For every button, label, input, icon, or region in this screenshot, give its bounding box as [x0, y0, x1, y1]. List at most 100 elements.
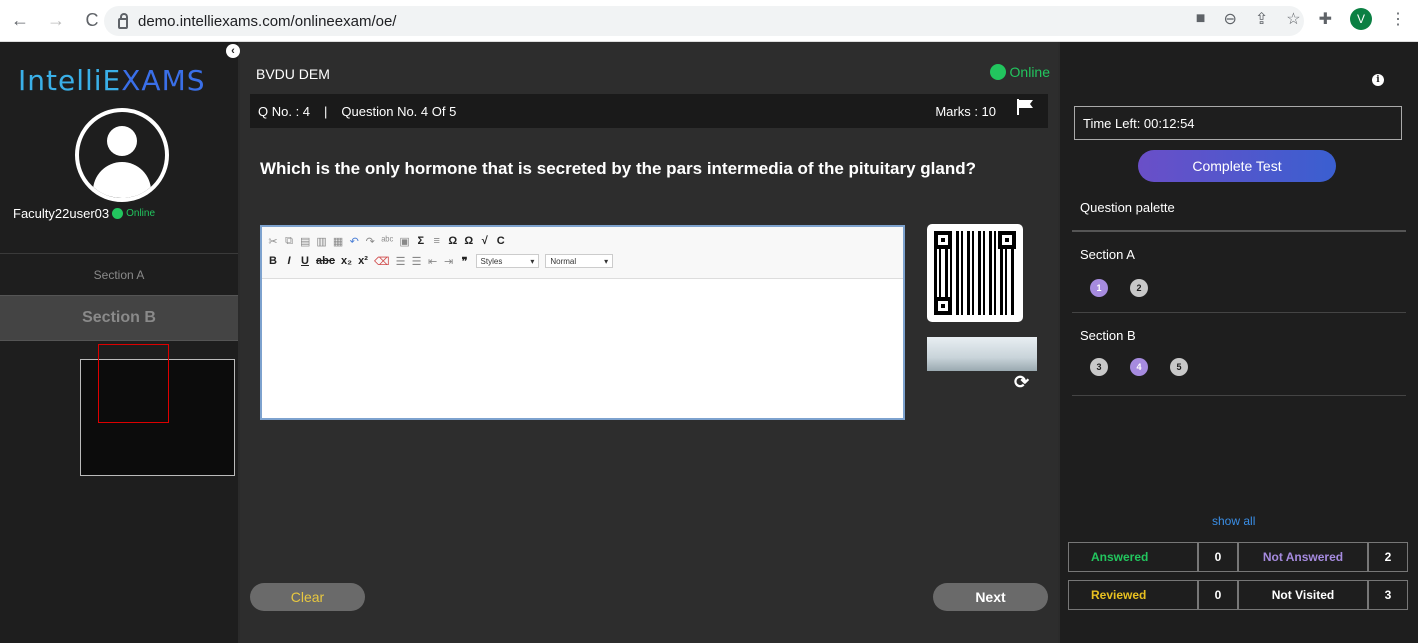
redo-icon[interactable]: ↷: [365, 235, 375, 248]
remove-format-icon[interactable]: ⌫: [374, 255, 390, 268]
question-header-bar: Q No. : 4 | Question No. 4 Of 5 Marks : …: [250, 94, 1048, 128]
subscript-icon[interactable]: x₂: [341, 255, 352, 267]
browser-chrome: ← → C demo.intelliexams.com/onlineexam/o…: [0, 0, 1418, 42]
star-icon[interactable]: ☆: [1286, 9, 1300, 29]
divider: [1072, 230, 1406, 232]
underline-icon[interactable]: U: [300, 255, 310, 267]
palette-question-1[interactable]: 1: [1090, 279, 1108, 297]
palette-section-b: Section B: [1080, 328, 1136, 343]
reviewed-count: 0: [1198, 580, 1238, 610]
chem-icon[interactable]: C: [496, 235, 506, 247]
qr-code: [927, 224, 1023, 322]
camera-icon[interactable]: ■: [1196, 10, 1206, 28]
separator: |: [324, 103, 328, 119]
lock-icon: [118, 12, 128, 29]
paste-text-icon[interactable]: ▥: [316, 235, 326, 248]
blockquote-icon[interactable]: ❞: [460, 255, 470, 268]
sqrt-icon[interactable]: √: [480, 235, 490, 247]
exam-title: BVDU DEM: [256, 66, 330, 82]
outdent-icon[interactable]: ⇤: [428, 255, 438, 268]
sigma-icon[interactable]: Σ: [416, 235, 426, 247]
status-label: Online: [1009, 64, 1050, 80]
divider: [1072, 395, 1406, 396]
question-number: Q No. : 4: [258, 103, 311, 119]
next-button[interactable]: Next: [933, 583, 1048, 611]
answer-editor[interactable]: ✂ ⧉ ▤ ▥ ▦ ↶ ↷ ᵃᵇᶜ ▣ Σ ≡ Ω Ω √ C B I U ab…: [260, 225, 905, 420]
indent-icon[interactable]: ⇥: [444, 255, 454, 268]
styles-select[interactable]: Styles ▾: [475, 254, 540, 268]
clear-button[interactable]: Clear: [250, 583, 365, 611]
palette-section-b-buttons: 3 4 5: [1090, 358, 1188, 376]
copy-icon[interactable]: ⧉: [284, 235, 294, 248]
address-bar[interactable]: demo.intelliexams.com/onlineexam/oe/: [104, 6, 1304, 36]
not-visited-label: Not Visited: [1238, 580, 1368, 610]
user-info: Faculty22user03 Online: [13, 206, 155, 221]
palette-question-4[interactable]: 4: [1130, 358, 1148, 376]
strikethrough-icon[interactable]: abc: [316, 255, 335, 267]
not-visited-count: 3: [1368, 580, 1408, 610]
refresh-icon[interactable]: ⟳: [1014, 372, 1029, 393]
omega-icon[interactable]: Ω: [448, 235, 458, 247]
palette-question-5[interactable]: 5: [1170, 358, 1188, 376]
captured-image-thumbnail: [927, 337, 1037, 371]
paste-icon[interactable]: ▤: [300, 235, 310, 248]
sidebar-section-b[interactable]: Section B: [0, 295, 238, 341]
cut-icon[interactable]: ✂: [268, 235, 278, 248]
sidebar-section-a[interactable]: Section A: [0, 253, 238, 295]
forward-arrow-icon[interactable]: →: [46, 10, 66, 31]
webcam-preview: [80, 344, 235, 476]
divider: [1072, 312, 1406, 313]
undo-icon[interactable]: ↶: [349, 235, 359, 248]
zoom-icon[interactable]: ⊖: [1223, 9, 1236, 29]
share-icon[interactable]: ⇪: [1255, 9, 1268, 29]
reload-icon[interactable]: C: [82, 10, 102, 31]
profile-avatar[interactable]: V: [1350, 8, 1372, 30]
paste-word-icon[interactable]: ▦: [333, 235, 343, 248]
palette-question-3[interactable]: 3: [1090, 358, 1108, 376]
online-dot-icon: [112, 208, 124, 219]
legend-row-1: Answered 0 Not Answered 2: [1068, 542, 1408, 572]
right-panel: i Time Left: 00:12:54 Complete Test Ques…: [1060, 42, 1418, 643]
not-answered-label: Not Answered: [1238, 542, 1368, 572]
complete-test-button[interactable]: Complete Test: [1138, 150, 1336, 182]
username: Faculty22user03: [13, 206, 110, 221]
intelliexams-logo: IntelliEXAMS: [18, 64, 206, 97]
answered-count: 0: [1198, 542, 1238, 572]
not-answered-count: 2: [1368, 542, 1408, 572]
palette-question-2[interactable]: 2: [1130, 279, 1148, 297]
time-left: Time Left: 00:12:54: [1074, 106, 1402, 140]
answered-label: Answered: [1068, 542, 1198, 572]
flag-icon[interactable]: [1016, 99, 1034, 115]
omega-alt-icon[interactable]: Ω: [464, 235, 474, 247]
editor-content-area[interactable]: [262, 279, 903, 416]
italic-icon[interactable]: I: [284, 255, 294, 267]
user-avatar-icon: [75, 108, 169, 202]
palette-section-a: Section A: [1080, 247, 1135, 262]
info-icon[interactable]: i: [1372, 74, 1384, 86]
connection-status: Online: [989, 64, 1050, 80]
bullet-list-icon[interactable]: ☰: [412, 255, 422, 268]
online-label: Online: [126, 208, 156, 219]
back-arrow-icon[interactable]: ←: [10, 10, 30, 31]
spellcheck-icon[interactable]: ᵃᵇᶜ: [381, 235, 393, 247]
bold-icon[interactable]: B: [268, 255, 278, 267]
marks-label: Marks : 10: [935, 104, 996, 119]
collapse-sidebar-icon[interactable]: ‹: [226, 44, 240, 58]
online-dot-icon: [989, 64, 1006, 80]
question-count: Question No. 4 Of 5: [341, 103, 457, 119]
left-sidebar: ‹ IntelliEXAMS Faculty22user03 Online Se…: [0, 42, 240, 643]
question-text: Which is the only hormone that is secret…: [260, 159, 977, 178]
superscript-icon[interactable]: x²: [358, 255, 368, 267]
browser-actions: ■ ⊖ ⇪ ☆ ✚ V ⋮: [1196, 8, 1406, 30]
table-icon[interactable]: ≡: [432, 235, 442, 247]
url-text: demo.intelliexams.com/onlineexam/oe/: [138, 12, 397, 30]
numbered-list-icon[interactable]: ☰: [396, 255, 406, 268]
reviewed-label: Reviewed: [1068, 580, 1198, 610]
image-icon[interactable]: ▣: [399, 235, 409, 248]
editor-toolbar: ✂ ⧉ ▤ ▥ ▦ ↶ ↷ ᵃᵇᶜ ▣ Σ ≡ Ω Ω √ C B I U ab…: [262, 227, 903, 279]
format-select[interactable]: Normal ▾: [545, 254, 614, 268]
extensions-icon[interactable]: ✚: [1319, 9, 1332, 29]
face-detection-box: [98, 344, 169, 423]
menu-kebab-icon[interactable]: ⋮: [1390, 9, 1406, 29]
show-all-link[interactable]: show all: [1212, 514, 1255, 528]
